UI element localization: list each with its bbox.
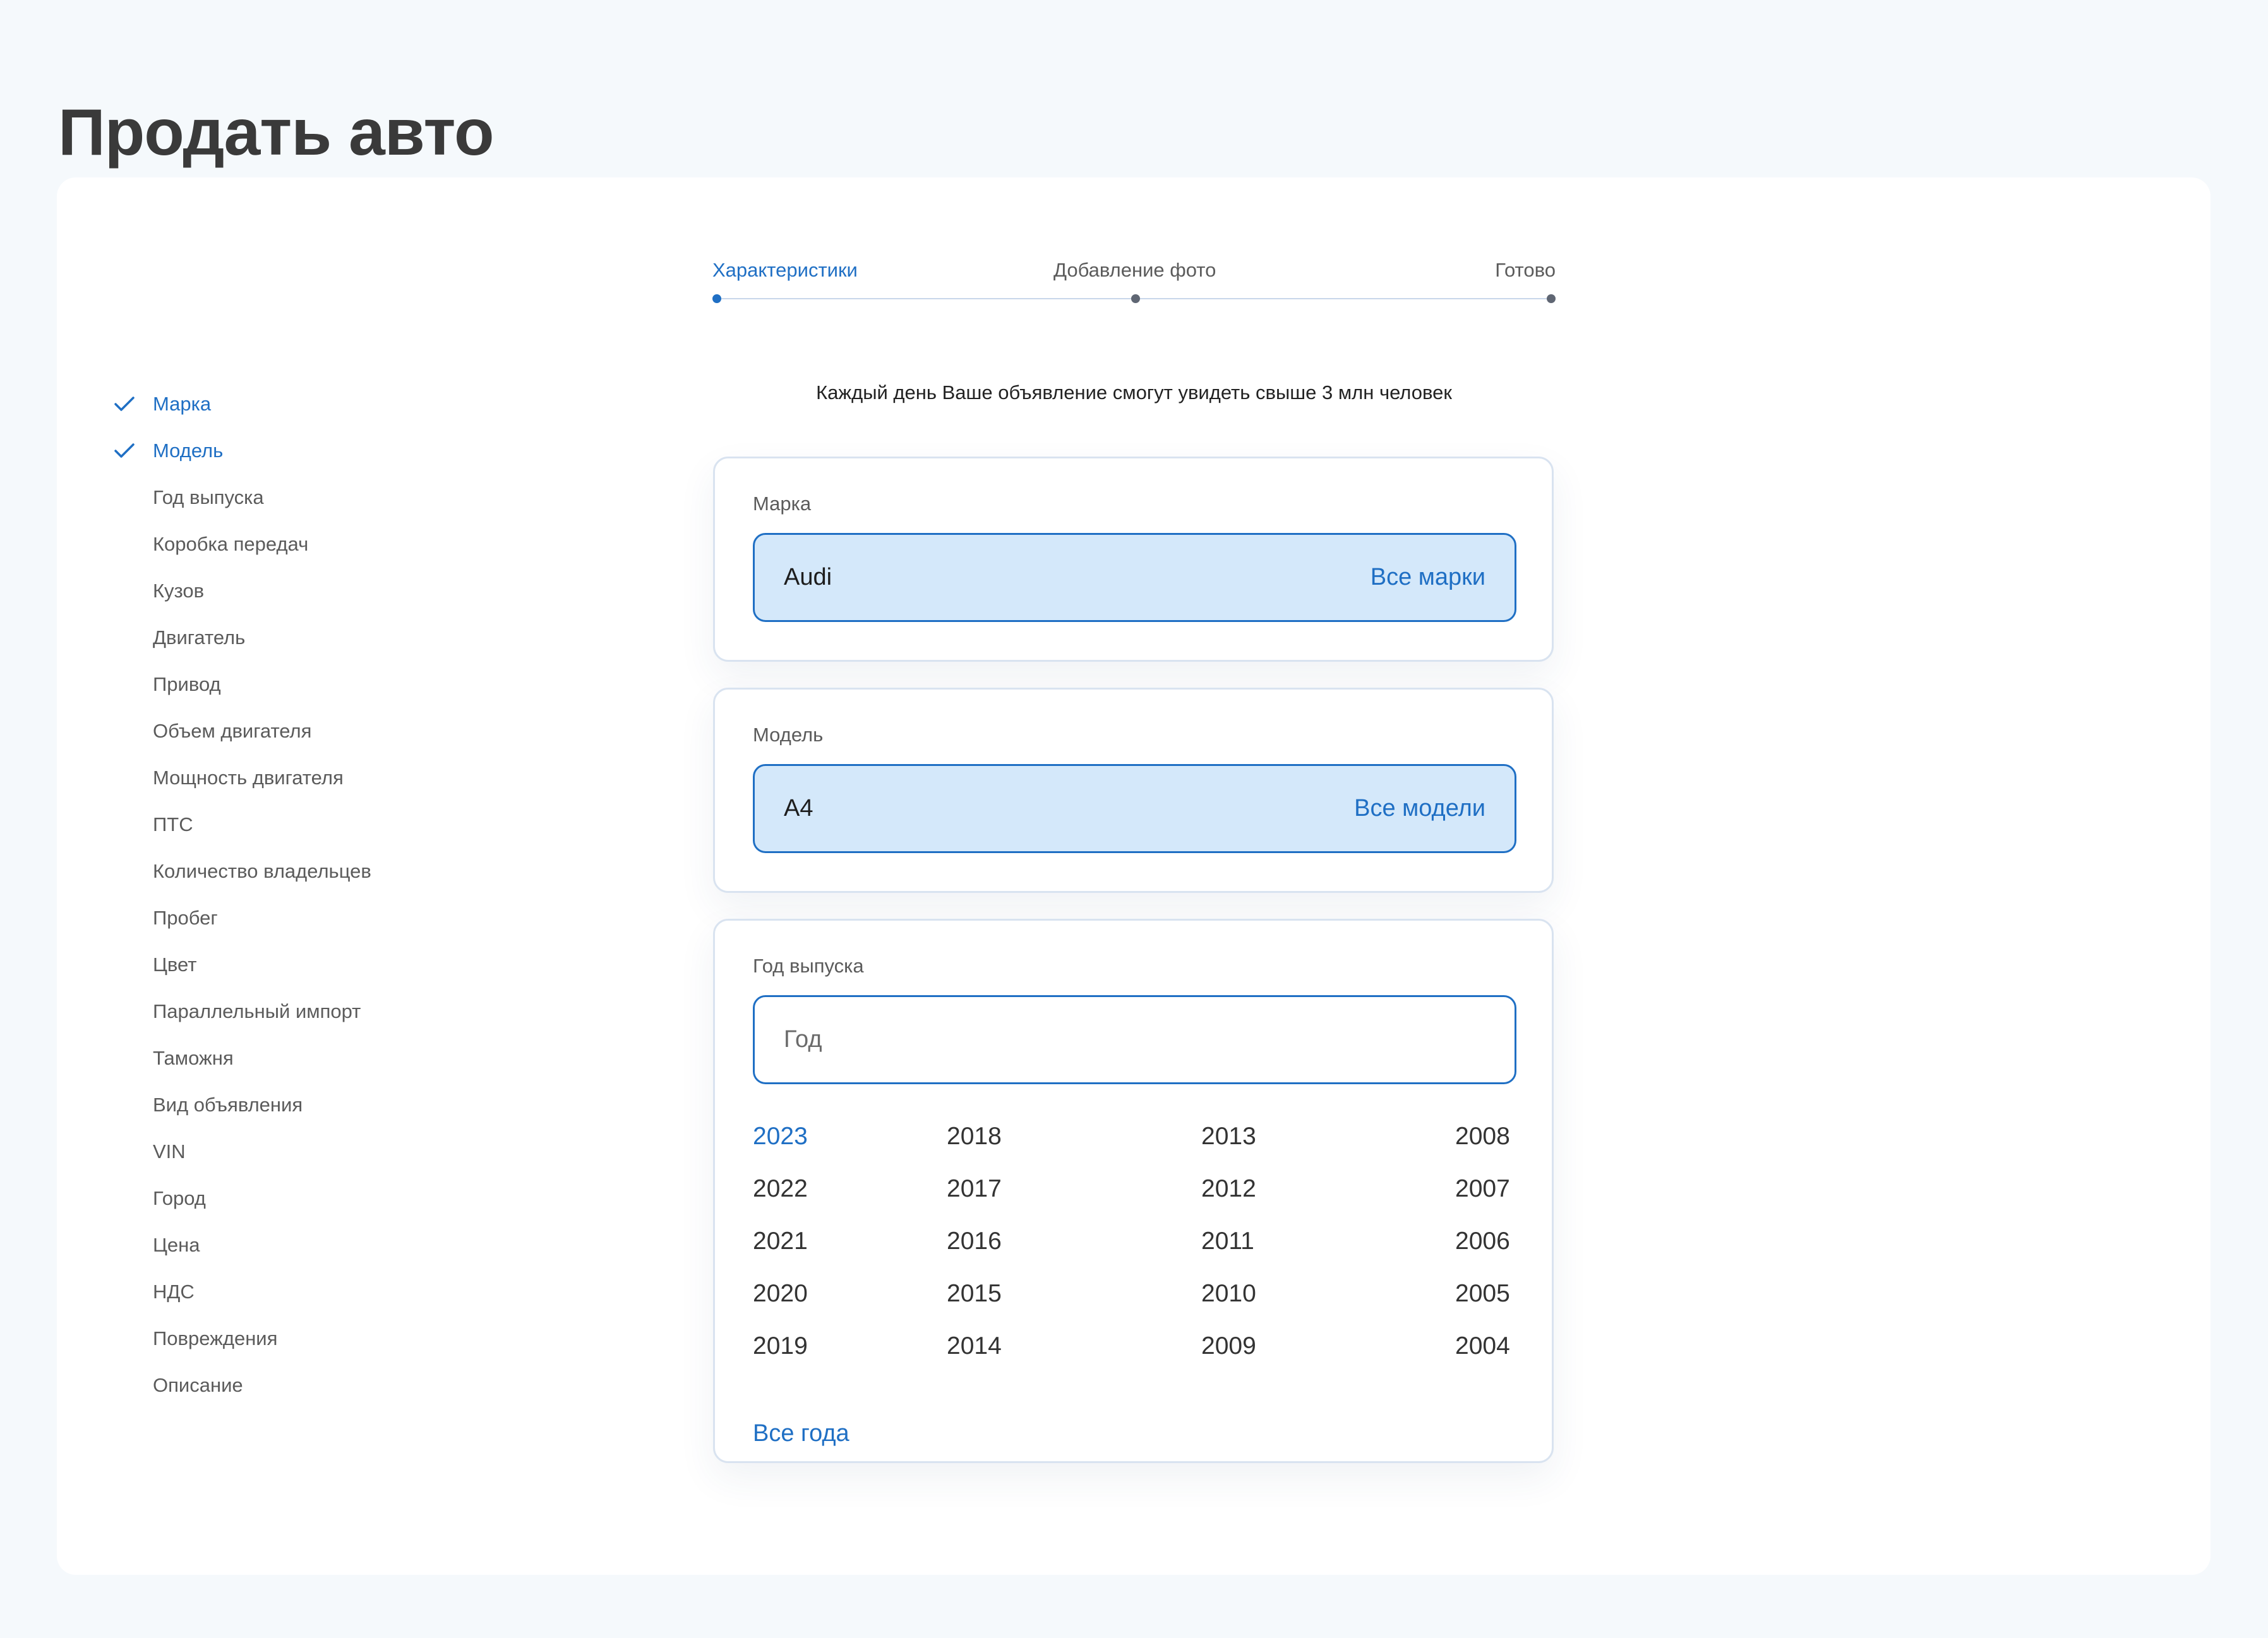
year-option[interactable]: 2011 — [1201, 1228, 1254, 1255]
check-icon — [114, 397, 135, 411]
step-dot-characteristics — [712, 294, 721, 303]
year-label: Год выпуска — [753, 955, 864, 977]
sidebar-item[interactable]: Количество владельцев — [114, 848, 371, 895]
year-panel: Год выпуска 2023 2022 2021 2020 2019 2018 2017… — [713, 919, 1554, 1463]
year-option[interactable]: 2015 — [947, 1280, 1002, 1308]
sidebar-item[interactable]: Описание — [114, 1362, 371, 1409]
sidebar-item[interactable]: ПТС — [114, 801, 371, 848]
year-option[interactable]: 2010 — [1201, 1280, 1256, 1308]
sidebar-item[interactable]: Марка — [114, 381, 371, 427]
sidebar-item-label: Таможня — [153, 1047, 234, 1069]
step-done[interactable]: Готово — [1495, 259, 1556, 282]
year-option[interactable]: 2019 — [753, 1332, 808, 1360]
sidebar-nav: Марка Модель Год выпуска Коробка передач Куз… — [114, 381, 371, 1409]
sidebar-item[interactable]: Таможня — [114, 1035, 371, 1082]
check-icon — [114, 443, 135, 458]
year-option[interactable]: 2023 — [753, 1123, 808, 1151]
page-title: Продать авто — [58, 95, 495, 169]
sidebar-item[interactable]: Мощность двигателя — [114, 755, 371, 801]
year-option[interactable]: 2009 — [1201, 1332, 1256, 1360]
sidebar-item-label: Марка — [153, 393, 212, 415]
sidebar-item-label: Объем двигателя — [153, 720, 312, 742]
year-option[interactable]: 2016 — [947, 1228, 1002, 1255]
year-input[interactable] — [753, 995, 1516, 1084]
year-option[interactable]: 2020 — [753, 1280, 808, 1308]
year-option[interactable]: 2012 — [1201, 1175, 1256, 1203]
all-brands-link[interactable]: Все марки — [1371, 564, 1485, 591]
step-dot-done — [1547, 294, 1556, 303]
sidebar-item[interactable]: Повреждения — [114, 1315, 371, 1362]
sidebar-item[interactable]: Коробка передач — [114, 521, 371, 568]
sidebar-item-label: Коробка передач — [153, 533, 309, 555]
year-option[interactable]: 2014 — [947, 1332, 1002, 1360]
sidebar-item-label: Параллельный импорт — [153, 1000, 361, 1022]
sidebar-item[interactable]: Кузов — [114, 568, 371, 614]
sidebar-item-label: НДС — [153, 1281, 195, 1303]
sidebar-item-label: Привод — [153, 673, 221, 695]
sidebar-item[interactable]: Двигатель — [114, 614, 371, 661]
year-option[interactable]: 2021 — [753, 1228, 808, 1255]
year-option[interactable]: 2008 — [1455, 1123, 1510, 1151]
year-option[interactable]: 2007 — [1455, 1175, 1510, 1203]
sidebar-item[interactable]: Цена — [114, 1222, 371, 1269]
brand-select[interactable]: Audi Все марки — [753, 533, 1516, 622]
sidebar-item-label: Город — [153, 1187, 206, 1209]
years-grid: 2023 2022 2021 2020 2019 2018 2017 2016 2015 2014… — [753, 1123, 1516, 1388]
step-characteristics[interactable]: Характеристики — [712, 259, 858, 282]
all-years-link[interactable]: Все года — [753, 1420, 849, 1447]
year-option[interactable]: 2004 — [1455, 1332, 1510, 1360]
sidebar-item-label: Повреждения — [153, 1327, 278, 1349]
sidebar-item-label: Год выпуска — [153, 486, 264, 508]
sidebar-item[interactable]: Вид объявления — [114, 1082, 371, 1128]
brand-label: Марка — [753, 493, 812, 515]
sidebar-item-label: Вид объявления — [153, 1094, 303, 1116]
sidebar-item[interactable]: Пробег — [114, 895, 371, 942]
sidebar-item-label: Описание — [153, 1374, 243, 1396]
sidebar-item-label: Пробег — [153, 907, 218, 929]
model-panel: Модель A4 Все модели — [713, 688, 1554, 893]
sidebar-item-label: Цвет — [153, 954, 197, 976]
year-option[interactable]: 2018 — [947, 1123, 1002, 1151]
sidebar-item-label: Кузов — [153, 580, 205, 602]
step-dot-add-photo — [1131, 294, 1140, 303]
step-add-photo[interactable]: Добавление фото — [1053, 259, 1216, 282]
sidebar-item[interactable]: Модель — [114, 427, 371, 474]
year-option[interactable]: 2005 — [1455, 1280, 1510, 1308]
model-select[interactable]: A4 Все модели — [753, 764, 1516, 853]
sidebar-item-label: Количество владельцев — [153, 860, 371, 882]
sidebar-item-label: Цена — [153, 1234, 200, 1256]
model-value: A4 — [784, 795, 813, 822]
sidebar-item-label: ПТС — [153, 813, 193, 835]
info-text: Каждый день Ваше объявление смогут увиде… — [816, 381, 1452, 404]
all-models-link[interactable]: Все модели — [1354, 795, 1485, 822]
sidebar-item[interactable]: VIN — [114, 1128, 371, 1175]
year-option[interactable]: 2013 — [1201, 1123, 1256, 1151]
sidebar-item[interactable]: Привод — [114, 661, 371, 708]
sidebar-item[interactable]: НДС — [114, 1269, 371, 1315]
sidebar-item[interactable]: Объем двигателя — [114, 708, 371, 755]
year-option[interactable]: 2017 — [947, 1175, 1002, 1203]
model-label: Модель — [753, 724, 824, 746]
sidebar-item-label: Двигатель — [153, 626, 246, 649]
sidebar-item-label: VIN — [153, 1140, 186, 1163]
stepper: Характеристики Добавление фото Готово — [712, 253, 1556, 309]
sidebar-item[interactable]: Год выпуска — [114, 474, 371, 521]
sidebar-item[interactable]: Параллельный импорт — [114, 988, 371, 1035]
sidebar-item-label: Модель — [153, 439, 224, 462]
year-option[interactable]: 2022 — [753, 1175, 808, 1203]
year-option[interactable]: 2006 — [1455, 1228, 1510, 1255]
sidebar-item-label: Мощность двигателя — [153, 767, 344, 789]
sidebar-item[interactable]: Цвет — [114, 942, 371, 988]
sidebar-item[interactable]: Город — [114, 1175, 371, 1222]
brand-panel: Марка Audi Все марки — [713, 457, 1554, 662]
brand-value: Audi — [784, 564, 832, 590]
